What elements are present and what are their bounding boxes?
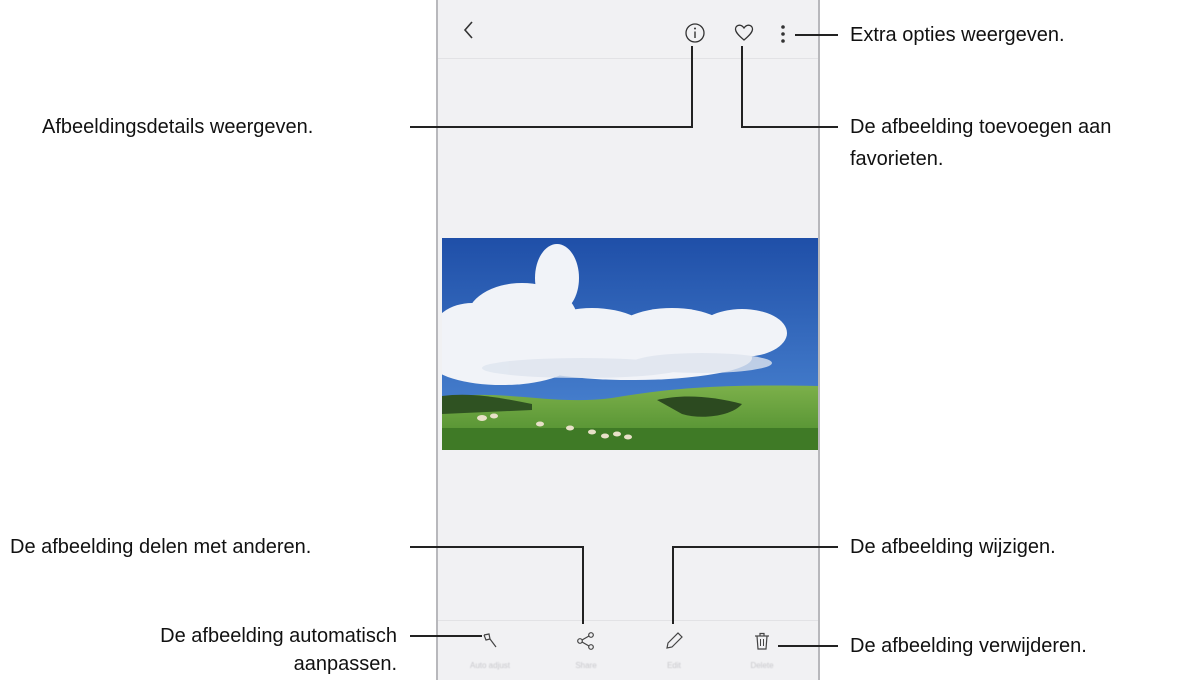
callout-more-options: Extra opties weergeven.	[850, 24, 1065, 46]
pencil-icon	[666, 632, 683, 649]
heart-icon[interactable]	[734, 24, 754, 42]
delete-button[interactable]: Delete	[722, 631, 802, 670]
phone-screen: Auto adjust Share Edit Delete	[436, 0, 820, 680]
trash-icon	[755, 632, 769, 650]
info-icon[interactable]	[684, 22, 706, 44]
landscape-photo[interactable]	[442, 238, 818, 450]
delete-label: Delete	[750, 661, 774, 670]
edit-button[interactable]: Edit	[634, 631, 714, 670]
callout-share: De afbeelding delen met anderen.	[10, 536, 312, 558]
share-label: Share	[575, 661, 597, 670]
magic-wand-icon	[483, 633, 497, 648]
auto-adjust-button[interactable]: Auto adjust	[450, 631, 530, 670]
share-button[interactable]: Share	[546, 631, 626, 670]
auto-adjust-label: Auto adjust	[469, 661, 511, 670]
bottom-action-bar: Auto adjust Share Edit Delete	[438, 620, 818, 680]
callout-auto-adjust-line1: De afbeelding automatisch	[160, 625, 397, 647]
callout-edit: De afbeelding wijzigen.	[850, 536, 1056, 558]
callout-favorite-line2: favorieten.	[850, 148, 944, 170]
callout-delete: De afbeelding verwijderen.	[850, 635, 1087, 657]
callout-details: Afbeeldingsdetails weergeven.	[42, 116, 314, 138]
callout-favorite-line1: De afbeelding toevoegen aan	[850, 116, 1112, 138]
share-icon	[577, 632, 594, 650]
back-chevron-icon[interactable]	[462, 20, 476, 40]
callout-auto-adjust-line2: aanpassen.	[293, 653, 397, 675]
edit-label: Edit	[667, 661, 681, 670]
more-options-icon[interactable]	[780, 24, 786, 44]
top-bar	[438, 0, 818, 59]
